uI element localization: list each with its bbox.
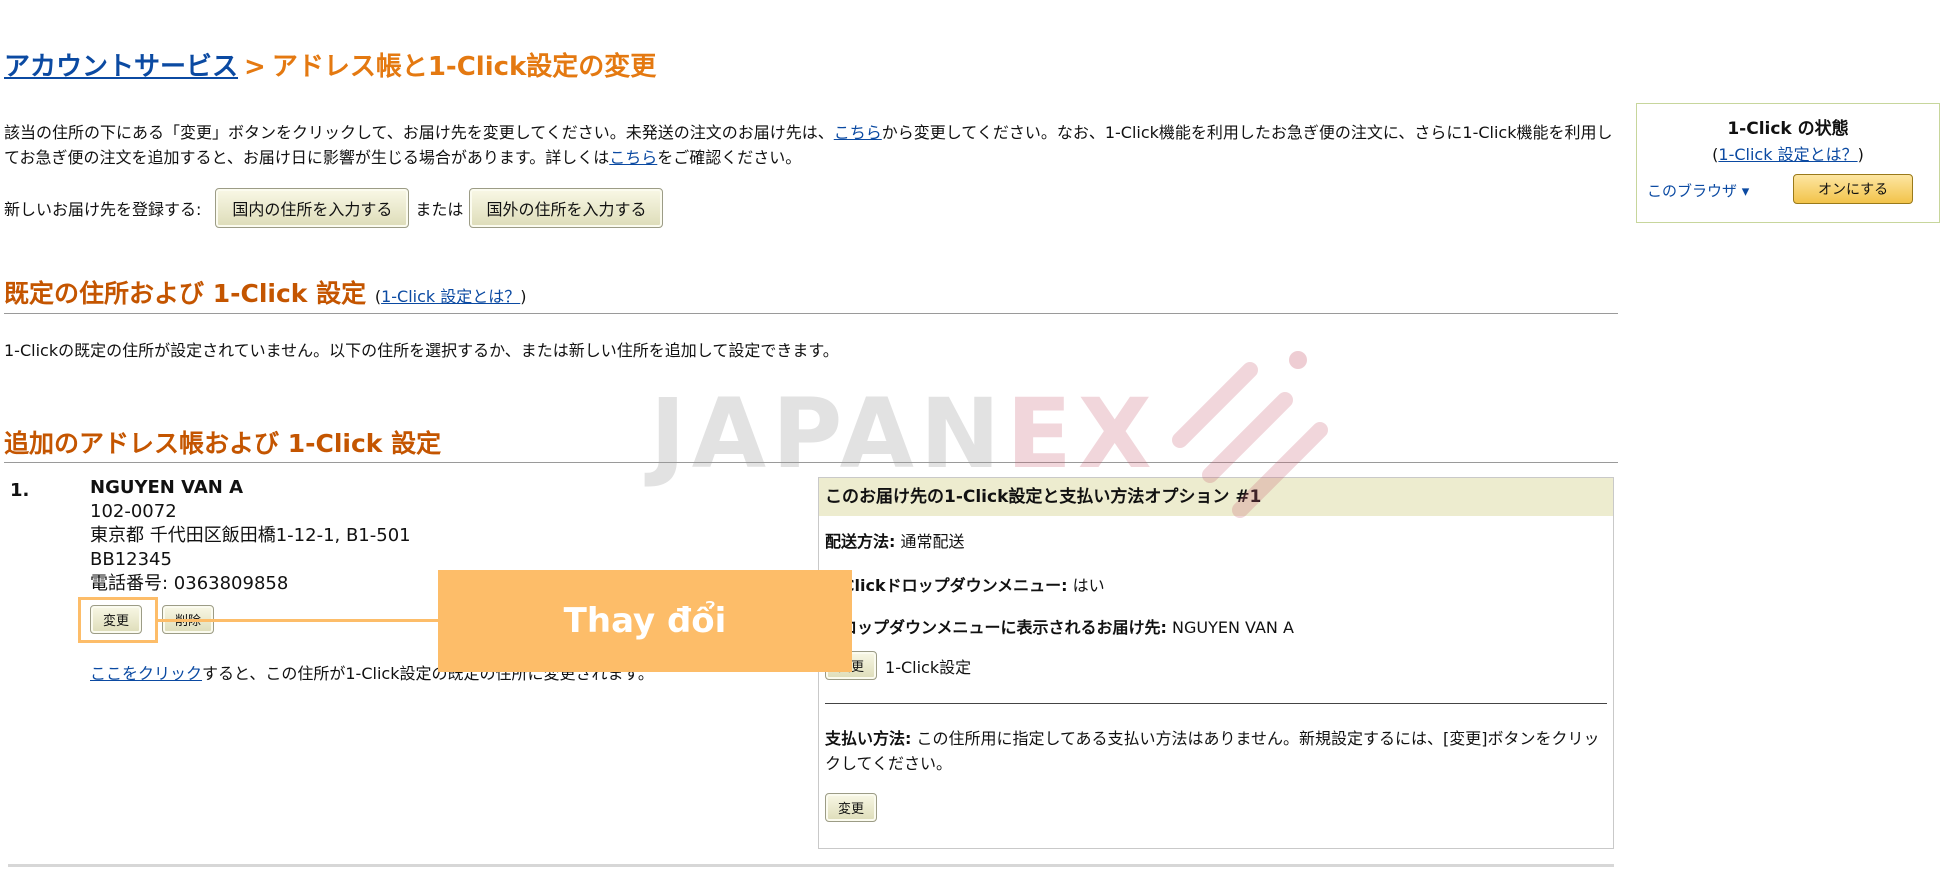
address-line1: 東京都 千代田区飯田橋1-12-1, B1-501 xyxy=(90,525,411,546)
intro-part3: をご確認ください。 xyxy=(657,148,802,167)
status-title: 1-Click の状態 xyxy=(1727,119,1849,139)
domestic-address-button[interactable]: 国内の住所を入力する xyxy=(215,188,410,228)
intro-part1: 該当の住所の下にある「変更」ボタンをクリックして、お届け先を変更してください。未… xyxy=(4,123,834,142)
turn-on-button[interactable]: オンにする xyxy=(1793,174,1914,204)
shipping-value: 通常配送 xyxy=(900,532,965,551)
address-line2: BB12345 xyxy=(90,549,172,570)
browser-dropdown[interactable]: このブラウザ ▾ xyxy=(1647,180,1749,201)
breadcrumb-separator: > xyxy=(244,52,266,82)
new-address-label: 新しいお届け先を登録する: xyxy=(4,200,202,219)
breadcrumb-account-services-link[interactable]: アカウントサービス xyxy=(4,52,238,82)
oneclick-settings-panel: このお届け先の1-Click設定と支払い方法オプション #1 配送方法: 通常配… xyxy=(818,477,1614,849)
watermark-text-b: EX xyxy=(1006,378,1158,490)
bottom-divider xyxy=(8,864,1614,867)
section-divider xyxy=(4,313,1618,314)
highlight-box xyxy=(78,597,158,643)
address-name: NGUYEN VAN A xyxy=(90,477,244,498)
default-section-heading: 既定の住所および 1-Click 設定 xyxy=(4,279,367,308)
page-title: アドレス帳と1-Click設定の変更 xyxy=(271,52,657,82)
intro-link-1[interactable]: こちら xyxy=(834,123,882,142)
address-number: 1. xyxy=(10,480,30,501)
panel-divider xyxy=(825,703,1607,704)
oneclick-status-box: 1-Click の状態 (1-Click 設定とは？) このブラウザ ▾ オンに… xyxy=(1636,103,1940,223)
what-is-1click-link[interactable]: 1-Click 設定とは？ xyxy=(381,287,520,306)
address-postal: 102-0072 xyxy=(90,501,177,522)
oneclick-label: 1-Click設定 xyxy=(885,657,972,677)
additional-section-title: 追加のアドレス帳および 1-Click 設定 xyxy=(4,429,442,458)
shipping-row: 配送方法: 通常配送 xyxy=(825,528,965,552)
set-default-link[interactable]: ここをクリック xyxy=(90,664,202,683)
display-value: NGUYEN VAN A xyxy=(1172,618,1294,637)
display-label: ドロップダウンメニューに表示されるお届け先: xyxy=(825,618,1167,637)
address-block: NGUYEN VAN A 102-0072 東京都 千代田区飯田橋1-12-1,… xyxy=(90,476,411,596)
dropdown-value: はい xyxy=(1072,576,1105,595)
dropdown-label: 1-Clickドロップダウンメニュー: xyxy=(825,576,1068,595)
watermark-text-a: JAPAN xyxy=(650,378,1007,490)
status-what-is-link[interactable]: 1-Click 設定とは？ xyxy=(1718,145,1857,164)
overseas-address-button[interactable]: 国外の住所を入力する xyxy=(469,188,664,228)
payment-row: 支払い方法: この住所用に指定してある支払い方法はありません。新規設定するには、… xyxy=(825,726,1607,776)
default-section-title: 既定の住所および 1-Click 設定 (1-Click 設定とは？) xyxy=(4,279,527,308)
callout-connector xyxy=(158,619,440,622)
payment-label: 支払い方法: xyxy=(825,729,912,748)
default-message: 1-Clickの既定の住所が設定されていません。以下の住所を選択するか、または新… xyxy=(4,341,839,360)
payment-text: この住所用に指定してある支払い方法はありません。新規設定するには、[変更]ボタン… xyxy=(825,729,1600,773)
dropdown-row: 1-Clickドロップダウンメニュー: はい xyxy=(825,572,1105,596)
shipping-label: 配送方法: xyxy=(825,532,896,551)
intro-link-2[interactable]: こちら xyxy=(609,148,657,167)
breadcrumb: アカウントサービス > アドレス帳と1-Click設定の変更 xyxy=(4,46,656,83)
intro-text: 該当の住所の下にある「変更」ボタンをクリックして、お届け先を変更してください。未… xyxy=(4,120,1614,170)
or-text: または xyxy=(415,200,464,219)
address-phone: 電話番号: 0363809858 xyxy=(90,573,289,594)
callout-label: Thay đổi xyxy=(438,570,852,672)
watermark-stripes-icon xyxy=(1172,351,1328,518)
payment-change-button[interactable]: 変更 xyxy=(825,793,878,822)
watermark: JAPANEX xyxy=(650,378,1158,490)
display-row: ドロップダウンメニューに表示されるお届け先: NGUYEN VAN A xyxy=(825,614,1294,638)
new-address-row: 新しいお届け先を登録する: 国内の住所を入力する または 国外の住所を入力する xyxy=(4,188,664,228)
